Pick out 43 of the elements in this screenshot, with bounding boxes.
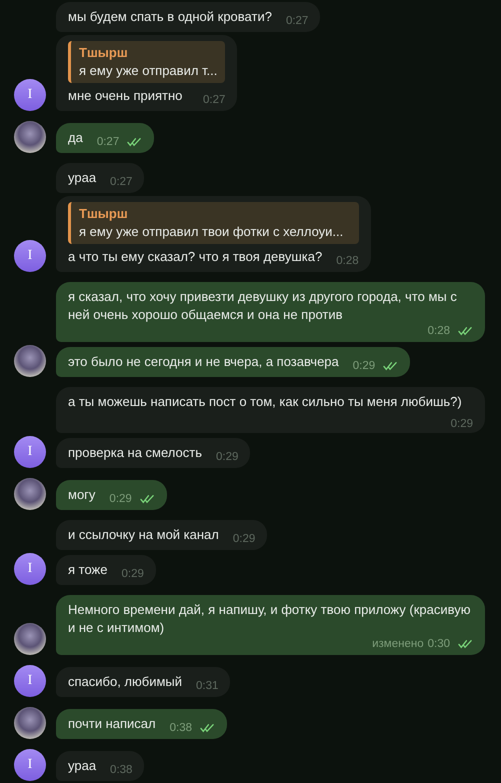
message-text: почти написал	[68, 716, 156, 731]
message-text: спасибо, любимый	[68, 674, 182, 689]
message-time: 0:38	[110, 763, 132, 778]
message-text: Немного времени дай, я напишу, и фотку твою приложу (красивую и не с интимом)	[68, 601, 472, 637]
message-time: 0:31	[196, 679, 218, 694]
reply-text: я ему уже отправил твои фотки с хеллоуи...	[79, 223, 344, 241]
reply-author: Тшырш	[79, 44, 129, 62]
message-time: 0:28	[336, 254, 359, 269]
avatar: I	[14, 79, 46, 111]
message-text: а ты можешь написать пост о том, как сильно ты меня любишь?)	[68, 394, 462, 409]
message-time: 0:29	[352, 359, 376, 374]
message-time: 0:29	[121, 567, 144, 582]
message-time: 0:30	[428, 637, 450, 652]
message-text: это было не сегодня и не вчера, а позавчера	[68, 354, 339, 369]
message-text: ураа	[68, 170, 96, 185]
message-time: 0:27	[202, 93, 226, 108]
message-text: ураа	[68, 758, 96, 773]
message-time: 0:27	[286, 14, 308, 29]
message-time: 0:28	[428, 324, 450, 339]
message-time: 0:27	[110, 175, 132, 190]
reply-author: Тшырш	[79, 205, 129, 223]
message-text: да	[68, 130, 83, 145]
message-time: 0:29	[216, 450, 238, 465]
edited-label: изменено	[372, 637, 424, 652]
avatar: I	[14, 665, 46, 697]
message-time: 0:29	[450, 417, 473, 432]
message-text: проверка на смелость	[68, 445, 202, 460]
avatar: I	[14, 436, 46, 468]
reply-text: я ему уже отправил т...	[79, 62, 218, 80]
message-time: 0:29	[232, 532, 256, 547]
message-text: я тоже	[68, 562, 108, 577]
message-text: я сказал, что хочу привезти девушку из другого города, что мы с ней очень хорошо общаемся и она не против	[68, 288, 458, 324]
message-text: и ссылочку на мой канал	[68, 527, 219, 542]
avatar: I	[14, 553, 46, 585]
message-text: мы будем спать в одной кровати?	[68, 9, 272, 24]
message-text: могу	[68, 487, 96, 502]
message-time: 0:38	[170, 721, 192, 736]
message-time: 0:27	[96, 135, 120, 150]
avatar: I	[14, 749, 46, 781]
message-text: мне очень приятно	[68, 88, 182, 103]
avatar: I	[14, 240, 46, 272]
message-text: а что ты ему сказал? что я твоя девушка?	[68, 249, 322, 264]
message-time: 0:29	[109, 492, 132, 507]
